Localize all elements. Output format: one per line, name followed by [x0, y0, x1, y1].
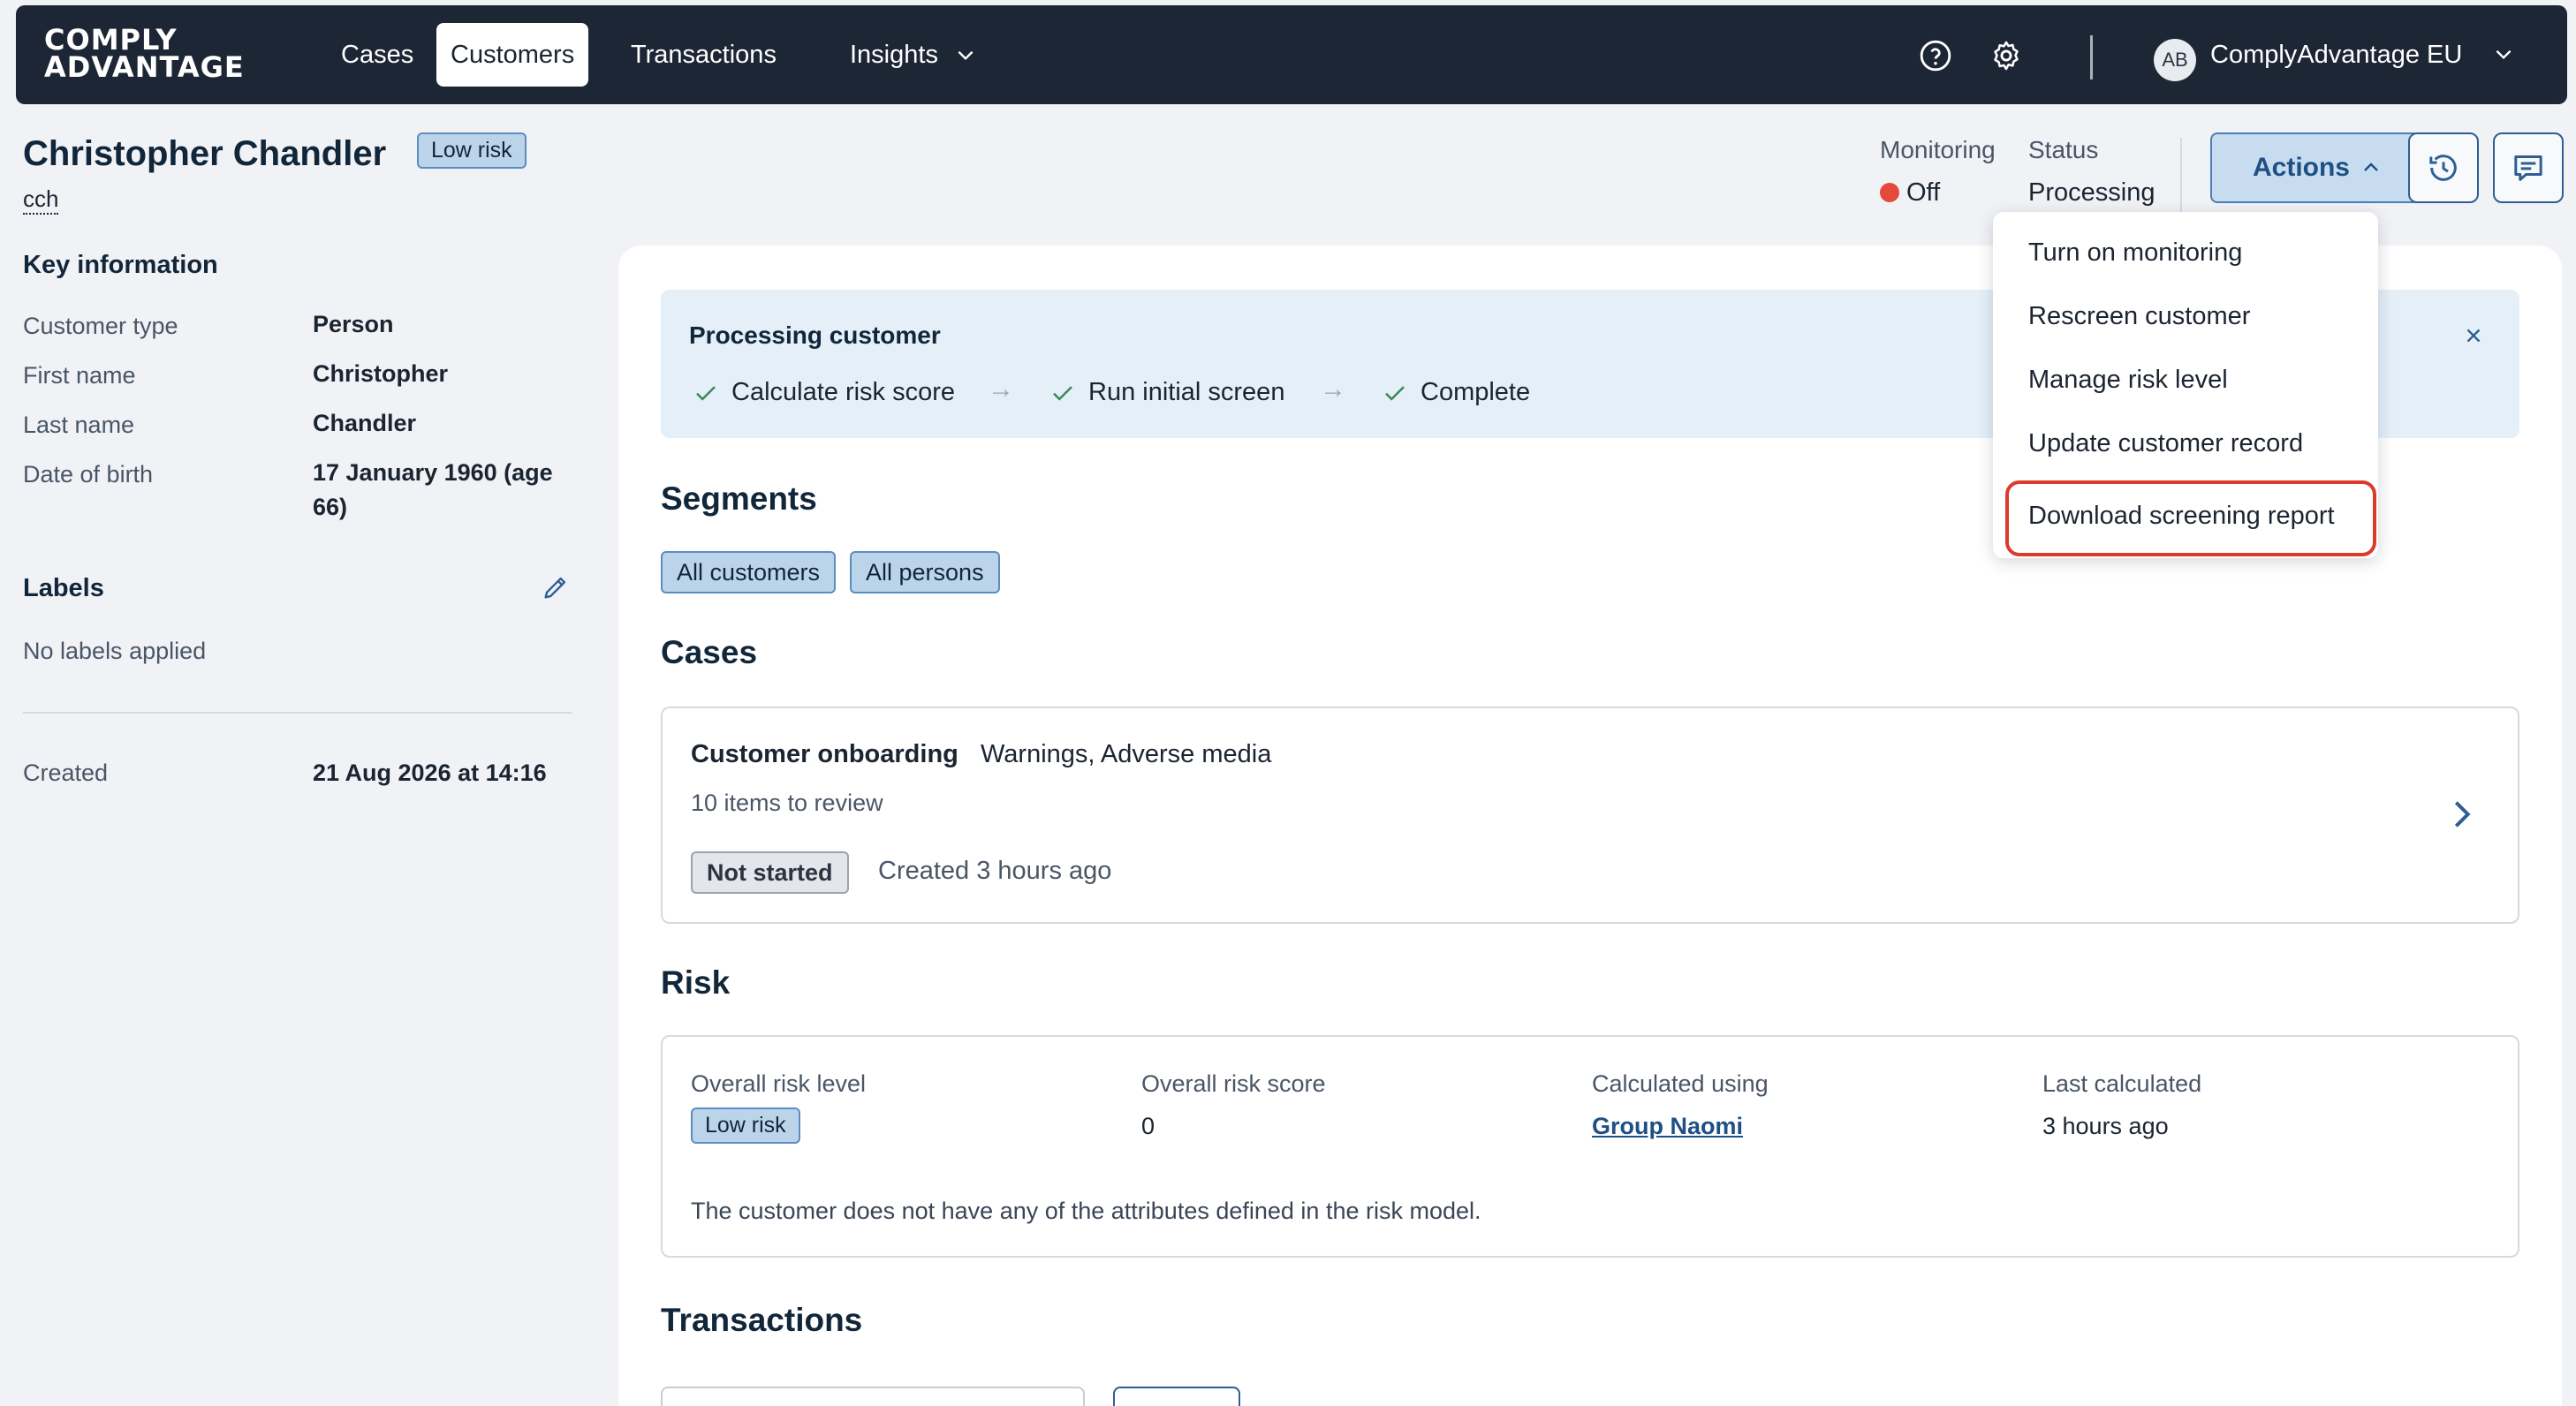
last-name-value: Chandler: [313, 410, 417, 436]
status-value: Processing: [2028, 178, 2156, 207]
transactions-filter-button[interactable]: [1113, 1387, 1240, 1406]
processing-title: Processing customer: [689, 321, 941, 349]
check-icon: [696, 385, 716, 401]
overall-risk-score-value: 0: [1141, 1113, 1155, 1139]
date-of-birth-value: 17 January 1960 (age 66): [313, 459, 553, 520]
actions-label: Actions: [2252, 153, 2350, 182]
transactions-title: Transactions: [661, 1302, 863, 1338]
nav-cases[interactable]: Cases: [327, 23, 428, 87]
first-name-value: Christopher: [313, 360, 449, 387]
avatar[interactable]: AB: [2154, 39, 2196, 81]
risk-badge: Low risk: [417, 132, 527, 169]
case-items-count: 10 items to review: [691, 790, 883, 816]
complyadvantage-logo[interactable]: COMPLY ADVANTAGE: [44, 26, 245, 81]
risk-model-link[interactable]: Group Naomi: [1592, 1113, 1743, 1139]
help-icon[interactable]: [1919, 39, 1952, 72]
nav-transactions[interactable]: Transactions: [617, 23, 791, 87]
menu-item-rescreen-customer[interactable]: Rescreen customer: [2028, 302, 2250, 331]
case-tags: Warnings, Adverse media: [981, 740, 1272, 768]
overall-risk-level-badge: Low risk: [691, 1107, 800, 1144]
case-status-badge: Not started: [691, 851, 849, 894]
customer-name: Christopher Chandler: [23, 134, 387, 173]
status-label: Status: [2028, 136, 2099, 163]
calculated-using-label: Calculated using: [1592, 1070, 1769, 1097]
pencil-icon[interactable]: [541, 572, 571, 602]
account-name: ComplyAdvantage EU: [2210, 41, 2463, 69]
menu-item-manage-risk-level[interactable]: Manage risk level: [2028, 366, 2228, 395]
chevron-up-icon: [2364, 163, 2378, 171]
check-icon: [1053, 385, 1072, 401]
step-calculate-risk-score: Calculate risk score: [693, 378, 955, 407]
overall-risk-level-label: Overall risk level: [691, 1070, 867, 1097]
nav-insights-label: Insights: [850, 40, 938, 69]
chevron-down-icon: [958, 50, 974, 61]
segments-title: Segments: [661, 480, 817, 517]
nav-insights[interactable]: Insights: [836, 23, 991, 87]
last-calculated-value: 3 hours ago: [2042, 1113, 2169, 1139]
customer-id[interactable]: cch: [23, 185, 59, 215]
no-labels-text: No labels applied: [23, 638, 207, 664]
created-label: Created: [23, 760, 109, 786]
overall-risk-score-label: Overall risk score: [1141, 1070, 1326, 1097]
gear-icon[interactable]: [1989, 39, 2023, 72]
case-card[interactable]: [661, 707, 2519, 924]
actions-button[interactable]: Actions: [2210, 132, 2424, 203]
monitoring-value: Off: [1880, 178, 1940, 208]
step-run-initial-screen: Run initial screen: [1049, 378, 1284, 407]
customer-type-label: Customer type: [23, 313, 178, 339]
calculated-using-value: Group Naomi: [1592, 1113, 1743, 1140]
last-name-label: Last name: [23, 412, 135, 438]
top-navigation-bar: COMPLY ADVANTAGE Cases Customers Transac…: [16, 5, 2567, 104]
monitoring-label: Monitoring: [1880, 136, 1996, 163]
segment-chip-all-customers[interactable]: All customers: [661, 551, 837, 593]
nav-divider: [2090, 35, 2093, 79]
history-icon: [2429, 155, 2457, 181]
comment-icon: [2514, 155, 2542, 181]
menu-item-update-customer-record[interactable]: Update customer record: [2028, 429, 2303, 458]
key-information-title: Key information: [23, 251, 218, 279]
date-of-birth-label: Date of birth: [23, 461, 154, 488]
menu-item-download-screening-report[interactable]: Download screening report: [2028, 502, 2335, 531]
chevron-down-icon: [2496, 49, 2512, 60]
menu-item-turn-on-monitoring[interactable]: Turn on monitoring: [2028, 238, 2242, 268]
nav-customers[interactable]: Customers: [436, 23, 589, 87]
chevron-right-icon[interactable]: [2449, 797, 2475, 832]
case-created-time: Created 3 hours ago: [878, 857, 1112, 885]
customer-type-value: Person: [313, 311, 394, 337]
account-switcher[interactable]: ComplyAdvantage EU: [2210, 41, 2515, 70]
header-divider: [2180, 138, 2182, 212]
risk-title: Risk: [661, 964, 731, 1001]
comments-button[interactable]: [2493, 132, 2564, 203]
last-calculated-label: Last calculated: [2042, 1070, 2202, 1097]
cases-title: Cases: [661, 634, 758, 670]
history-button[interactable]: [2408, 132, 2479, 203]
monitoring-off-dot: [1880, 183, 1899, 202]
created-value: 21 Aug 2026 at 14:16: [313, 760, 547, 786]
step-arrow-1: →: [988, 374, 1014, 404]
transactions-filter-input[interactable]: [661, 1387, 1085, 1406]
step-complete: Complete: [1382, 378, 1530, 407]
close-icon: [2466, 329, 2481, 343]
step-arrow-2: →: [1320, 374, 1346, 404]
labels-title: Labels: [23, 574, 104, 602]
banner-close-button[interactable]: [2456, 318, 2491, 353]
segment-chip-all-persons[interactable]: All persons: [850, 551, 1000, 593]
first-name-label: First name: [23, 362, 136, 389]
left-divider: [23, 712, 572, 714]
case-title: Customer onboarding: [691, 740, 958, 768]
risk-note: The customer does not have any of the at…: [691, 1198, 1481, 1224]
check-icon: [1385, 385, 1405, 401]
